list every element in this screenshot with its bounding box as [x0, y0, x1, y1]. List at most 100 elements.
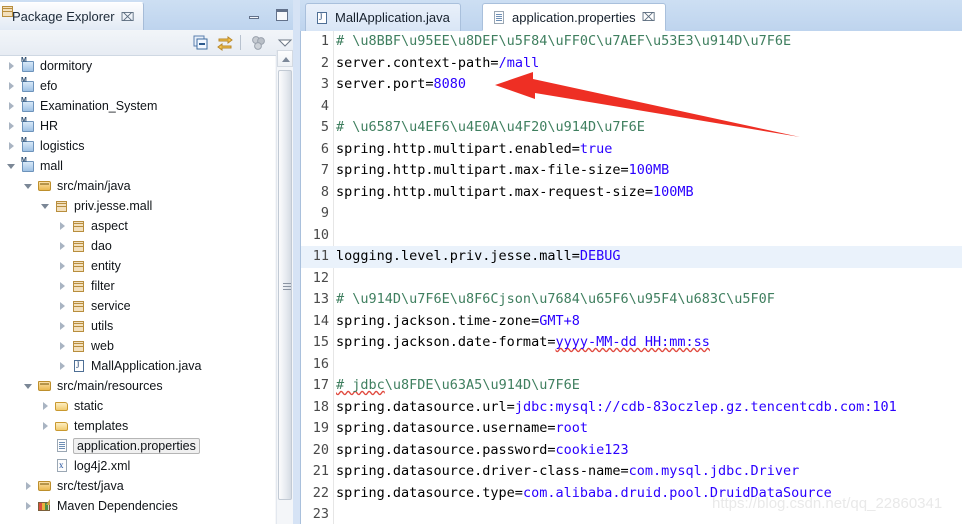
code-line[interactable]: 7 spring.http.multipart.max-file-size=100…	[301, 160, 962, 182]
code-line[interactable]: 9	[301, 203, 962, 225]
code-line[interactable]: 2 server.context-path=/mall	[301, 53, 962, 75]
code-line[interactable]: 1 # \u8BBF\u95EE\u8DEF\u5F84\uFF0C\u7AEF\…	[301, 31, 962, 53]
line-number: 9	[320, 205, 329, 221]
twisty-open-icon[interactable]	[6, 161, 17, 172]
twisty-closed-icon[interactable]	[23, 481, 34, 492]
twisty-closed-icon[interactable]	[40, 421, 51, 432]
tree-item-web[interactable]: web	[0, 336, 275, 356]
view-sash[interactable]	[293, 0, 300, 524]
package-icon	[71, 318, 87, 334]
package-icon	[71, 238, 87, 254]
code-token-comment: \u8FDE\u63A5\u914D\u7F6E	[384, 377, 580, 393]
close-icon[interactable]: ⌧	[642, 11, 656, 23]
code-line[interactable]: 15 spring.jackson.date-format=yyyy-MM-dd …	[301, 332, 962, 354]
tree-item-src-main-resources[interactable]: src/main/resources	[0, 376, 275, 396]
properties-editor[interactable]: 1 # \u8BBF\u95EE\u8DEF\u5F84\uFF0C\u7AEF\…	[300, 31, 962, 524]
package-explorer-tabbar: Package Explorer ⌧	[0, 0, 300, 30]
package-explorer-scrollbar[interactable]	[276, 50, 293, 524]
tree-item-aspect[interactable]: aspect	[0, 216, 275, 236]
editor-tab-application-properties[interactable]: application.properties ⌧	[482, 3, 667, 31]
line-text: spring.datasource.username=root	[336, 418, 588, 440]
line-text: # jdbc\u8FDE\u63A5\u914D\u7F6E	[336, 375, 580, 397]
view-menu-more-icon[interactable]	[250, 34, 268, 52]
minimize-view-button[interactable]	[246, 7, 262, 23]
tree-item-application-properties[interactable]: application.properties	[0, 436, 275, 456]
tree-item-label: aspect	[91, 219, 128, 233]
tree-item-filter[interactable]: filter	[0, 276, 275, 296]
code-line[interactable]: 5 # \u6587\u4EF6\u4E0A\u4F20\u914D\u7F6E	[301, 117, 962, 139]
tree-item-hr[interactable]: HR	[0, 116, 275, 136]
link-with-editor-icon[interactable]	[216, 34, 234, 52]
project-tree[interactable]: dormitory efo Examination_System HR logistic…	[0, 56, 275, 524]
code-line[interactable]: 18 spring.datasource.url=jdbc:mysql://cdb…	[301, 397, 962, 419]
twisty-closed-icon[interactable]	[6, 61, 17, 72]
code-line[interactable]: 3 server.port=8080	[301, 74, 962, 96]
code-line[interactable]: 17 # jdbc\u8FDE\u63A5\u914D\u7F6E	[301, 375, 962, 397]
twisty-closed-icon[interactable]	[23, 501, 34, 512]
line-number: 3	[320, 76, 329, 92]
twisty-closed-icon[interactable]	[6, 81, 17, 92]
tree-item-examination-system[interactable]: Examination_System	[0, 96, 275, 116]
code-line[interactable]: 11 logging.level.priv.jesse.mall=DEBUG	[301, 246, 962, 268]
twisty-closed-icon[interactable]	[57, 321, 68, 332]
twisty-open-icon[interactable]	[40, 201, 51, 212]
srcfolder-icon	[37, 178, 53, 194]
package-icon	[71, 338, 87, 354]
code-line[interactable]: 13 # \u914D\u7F6E\u8F6Cjson\u7684\u65F6\u…	[301, 289, 962, 311]
tree-item-logistics[interactable]: logistics	[0, 136, 275, 156]
tree-item-src-test-java[interactable]: src/test/java	[0, 476, 275, 496]
code-line[interactable]: 21 spring.datasource.driver-class-name=co…	[301, 461, 962, 483]
tree-item-priv-jesse-mall[interactable]: priv.jesse.mall	[0, 196, 275, 216]
twisty-closed-icon[interactable]	[57, 241, 68, 252]
collapse-all-icon[interactable]	[192, 34, 210, 52]
twisty-open-icon[interactable]	[23, 181, 34, 192]
tree-item-src-main-java[interactable]: src/main/java	[0, 176, 275, 196]
maximize-view-button[interactable]	[274, 7, 290, 23]
code-line[interactable]: 12	[301, 268, 962, 290]
tree-item-maven-dependencies[interactable]: Maven Dependencies	[0, 496, 275, 516]
code-line[interactable]: 16	[301, 354, 962, 376]
tree-item-utils[interactable]: utils	[0, 316, 275, 336]
twisty-closed-icon[interactable]	[40, 401, 51, 412]
twisty-closed-icon[interactable]	[57, 261, 68, 272]
tree-item-log4j2-xml[interactable]: log4j2.xml	[0, 456, 275, 476]
tree-item-service[interactable]: service	[0, 296, 275, 316]
tree-item-label: dao	[91, 239, 112, 253]
editor-tab-mallapplication-java[interactable]: MallApplication.java	[305, 3, 461, 31]
tree-item-dormitory[interactable]: dormitory	[0, 56, 275, 76]
code-line[interactable]: 8 spring.http.multipart.max-request-size=…	[301, 182, 962, 204]
twisty-closed-icon[interactable]	[57, 281, 68, 292]
tree-item-static[interactable]: static	[0, 396, 275, 416]
twisty-closed-icon[interactable]	[6, 141, 17, 152]
tree-item-entity[interactable]: entity	[0, 256, 275, 276]
twisty-closed-icon[interactable]	[57, 341, 68, 352]
close-icon[interactable]: ⌧	[121, 11, 135, 23]
tree-item-mallapplication-java[interactable]: MallApplication.java	[0, 356, 275, 376]
line-number: 18	[312, 398, 329, 415]
line-number: 15	[312, 334, 329, 350]
line-text: spring.http.multipart.max-file-size=100M…	[336, 160, 669, 182]
code-line[interactable]: 6 spring.http.multipart.enabled=true	[301, 139, 962, 161]
tree-item-efo[interactable]: efo	[0, 76, 275, 96]
tree-item-mall[interactable]: mall	[0, 156, 275, 176]
twisty-closed-icon[interactable]	[6, 121, 17, 132]
twisty-open-icon[interactable]	[23, 381, 34, 392]
tree-item-dao[interactable]: dao	[0, 236, 275, 256]
code-line[interactable]: 14 spring.jackson.time-zone=GMT+8	[301, 311, 962, 333]
code-line[interactable]: 10	[301, 225, 962, 247]
twisty-closed-icon[interactable]	[57, 361, 68, 372]
tree-item-templates[interactable]: templates	[0, 416, 275, 436]
twisty-closed-icon[interactable]	[57, 221, 68, 232]
code-line[interactable]: 4	[301, 96, 962, 118]
tab-package-explorer[interactable]: Package Explorer ⌧	[0, 2, 145, 30]
twisty-closed-icon[interactable]	[57, 301, 68, 312]
code-line[interactable]: 19 spring.datasource.username=root	[301, 418, 962, 440]
twisty-closed-icon[interactable]	[6, 101, 17, 112]
code-token-comment: # \u6587\u4EF6\u4E0A\u4F20\u914D\u7F6E	[336, 119, 645, 135]
code-line[interactable]: 20 spring.datasource.password=cookie123	[301, 440, 962, 462]
code-lines[interactable]: 1 # \u8BBF\u95EE\u8DEF\u5F84\uFF0C\u7AEF\…	[301, 31, 962, 524]
scroll-up-arrow-icon[interactable]	[277, 50, 293, 67]
toolbar-separator	[240, 35, 241, 50]
line-text: # \u8BBF\u95EE\u8DEF\u5F84\uFF0C\u7AEF\u…	[336, 31, 791, 53]
scrollbar-thumb[interactable]	[278, 70, 292, 500]
